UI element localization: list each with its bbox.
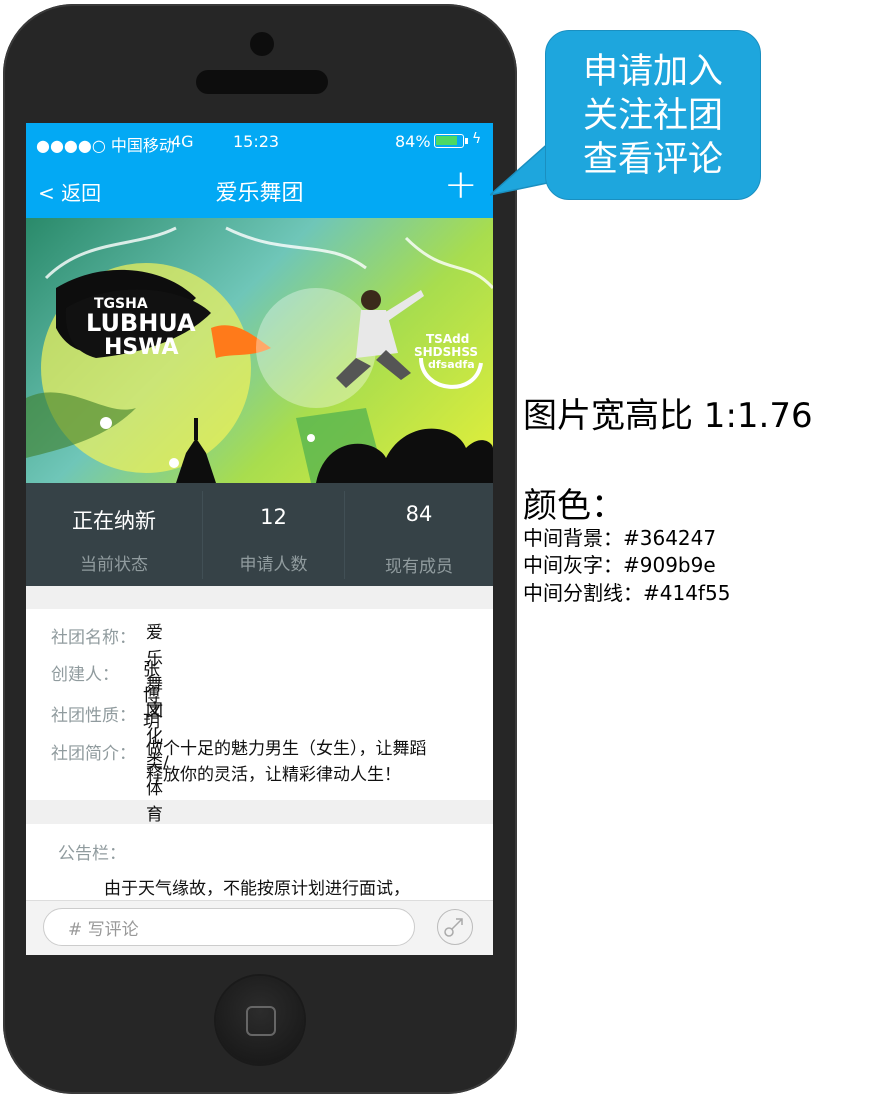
share-arrow-icon — [444, 918, 463, 937]
banner-logo-line2: LUBHUA — [86, 309, 196, 337]
banner-illustration: TGSHA LUBHUA HSWA TSAdd SHDSHSS dfsadfa — [26, 226, 493, 483]
color-note-gray: 中间灰字：#909b9e — [523, 553, 716, 577]
callout-line-1: 申请加入 — [582, 52, 723, 92]
network-label: 4G — [171, 132, 194, 151]
stat-status: 正在纳新 当前状态 — [26, 483, 202, 586]
stat-status-value: 正在纳新 — [72, 509, 156, 533]
color-note-bg: 中间背景：#364247 — [523, 526, 717, 550]
club-info-panel: 社团名称： 爱乐舞团 创建人： 张博玥 社团性质： 文化类/体育类/艺术类 社团… — [26, 609, 493, 929]
annotation-callout: 申请加入 关注社团 查看评论 — [545, 30, 761, 200]
battery-fill — [436, 136, 457, 145]
notice-text: 由于天气缘故，不能按原计划进行面试， — [104, 879, 410, 899]
banner-tag-line2: SHDSHSS — [414, 345, 478, 359]
page-title: 爱乐舞团 — [215, 181, 304, 206]
club-banner-image: TGSHA LUBHUA HSWA TSAdd SHDSHSS dfsadfa — [26, 218, 493, 483]
info-key: 社团性质： — [51, 706, 136, 726]
notice-title: 公告栏： — [58, 844, 126, 864]
stat-applicants-value: 12 — [260, 505, 287, 529]
nav-bar: < 返回 爱乐舞团 + — [26, 161, 493, 218]
colors-title: 颜色： — [523, 486, 625, 526]
info-key: 社团简介： — [51, 744, 136, 764]
front-camera — [250, 32, 274, 56]
banner-logo-line3: HSWA — [104, 335, 179, 360]
app-screen: ●●●●○ 中国移动 4G 15:23 84% ϟ < 返回 爱乐舞团 + TG… — [26, 123, 493, 955]
clock: 15:23 — [233, 132, 280, 151]
comment-input[interactable]: # 写评论 — [43, 908, 415, 946]
stat-status-label: 当前状态 — [80, 555, 148, 575]
callout-line-3: 查看评论 — [582, 140, 723, 180]
banner-tag-line1: TSAdd — [426, 332, 469, 346]
club-stats-bar: 正在纳新 当前状态 12 申请人数 84 现有成员 — [26, 483, 493, 586]
stat-applicants[interactable]: 12 申请人数 — [203, 483, 344, 586]
info-key: 创建人： — [51, 665, 119, 685]
comment-bar: # 写评论 — [26, 900, 493, 955]
home-square-icon — [246, 1006, 276, 1036]
battery-percent: 84% — [395, 132, 431, 151]
intro-line-2: 释放你的灵活，让精彩律动人生！ — [146, 765, 401, 785]
callout-line-2: 关注社团 — [582, 96, 723, 136]
stat-members-label: 现有成员 — [385, 557, 453, 577]
stat-applicants-label: 申请人数 — [239, 555, 308, 575]
carrier-label: ●●●●○ 中国移动 — [36, 136, 175, 155]
plus-icon[interactable]: + — [444, 165, 478, 205]
stat-members-value: 84 — [405, 502, 433, 526]
banner-tag-line3: dfsadfa — [428, 358, 475, 371]
intro-line-1: 做个十足的魅力男生（女生），让舞蹈 — [146, 739, 427, 759]
info-key: 社团名称： — [51, 628, 136, 648]
home-button[interactable] — [216, 976, 304, 1064]
battery-icon — [434, 134, 468, 148]
share-icon[interactable] — [437, 909, 473, 945]
earpiece-speaker — [196, 70, 328, 94]
color-note-divider: 中间分割线：#414f55 — [523, 581, 731, 605]
stat-members[interactable]: 84 现有成员 — [345, 483, 493, 586]
aspect-ratio-note: 图片宽高比 1:1.76 — [523, 396, 813, 436]
charging-icon: ϟ — [472, 131, 482, 147]
status-bar: ●●●●○ 中国移动 4G 15:23 84% ϟ — [26, 123, 493, 161]
